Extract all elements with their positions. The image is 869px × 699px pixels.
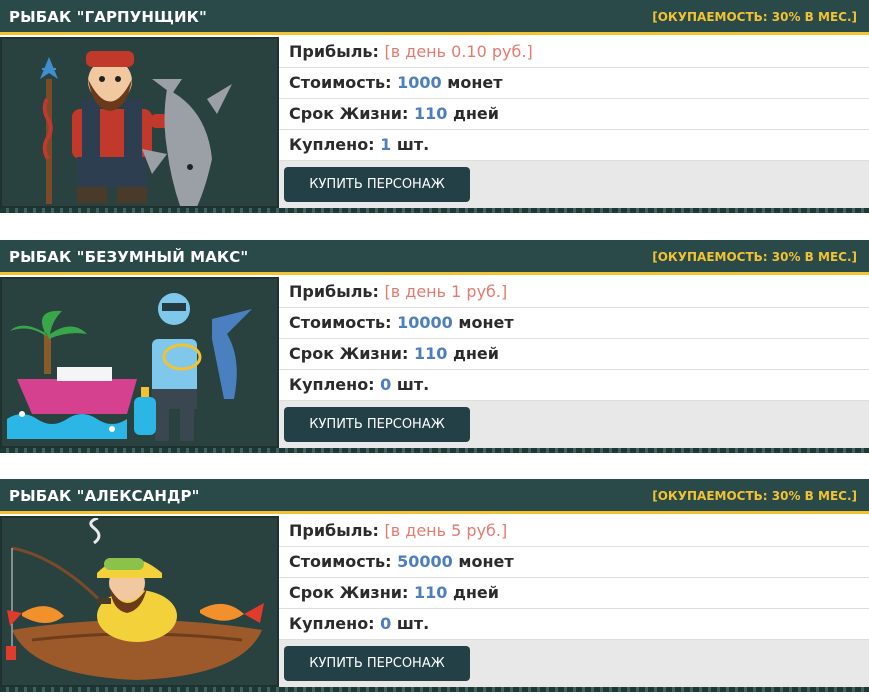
lifetime-value: 110	[413, 344, 448, 363]
profit-value: [в день 5 руб.]	[384, 521, 508, 540]
roi-badge: [ОКУПАЕМОСТЬ: 30% В МЕС.]	[652, 250, 857, 264]
profit-value: [в день 1 руб.]	[384, 282, 508, 301]
bought-value: 1	[380, 135, 392, 154]
card-title: РЫБАК "АЛЕКСАНДР"	[9, 487, 200, 505]
lifetime-label: Срок Жизни:	[289, 344, 409, 363]
card-divider	[0, 448, 869, 453]
button-area: КУПИТЬ ПЕРСОНАЖ	[279, 161, 869, 208]
profit-row: Прибыль: [в день 5 руб.]	[279, 516, 869, 547]
character-image-mad-max	[0, 277, 279, 448]
profit-value: [в день 0.10 руб.]	[384, 42, 533, 61]
lifetime-row: Срок Жизни: 110 дней	[279, 578, 869, 609]
lifetime-row: Срок Жизни: 110 дней	[279, 99, 869, 130]
cost-unit: монет	[458, 313, 514, 332]
bought-row: Куплено: 0 шт.	[279, 370, 869, 401]
buy-character-button[interactable]: КУПИТЬ ПЕРСОНАЖ	[284, 167, 470, 202]
card-divider	[0, 208, 869, 213]
lifetime-label: Срок Жизни:	[289, 104, 409, 123]
cost-label: Стоимость:	[289, 73, 392, 92]
lifetime-unit: дней	[452, 344, 499, 363]
lifetime-row: Срок Жизни: 110 дней	[279, 339, 869, 370]
buy-character-button[interactable]: КУПИТЬ ПЕРСОНАЖ	[284, 646, 470, 681]
lifetime-unit: дней	[452, 583, 499, 602]
lifetime-unit: дней	[452, 104, 499, 123]
stats-panel: Прибыль: [в день 1 руб.] Стоимость: 1000…	[279, 277, 869, 448]
bought-label: Куплено:	[289, 614, 375, 633]
profit-label: Прибыль:	[289, 521, 379, 540]
cost-label: Стоимость:	[289, 313, 392, 332]
character-image-alexander	[0, 516, 279, 687]
roi-badge: [ОКУПАЕМОСТЬ: 30% В МЕС.]	[652, 489, 857, 503]
profit-label: Прибыль:	[289, 282, 379, 301]
lifetime-value: 110	[413, 104, 448, 123]
buy-character-button[interactable]: КУПИТЬ ПЕРСОНАЖ	[284, 407, 470, 442]
character-card-harpooner: РЫБАК "ГАРПУНЩИК" [ОКУПАЕМОСТЬ: 30% В МЕ…	[0, 0, 869, 220]
profit-row: Прибыль: [в день 0.10 руб.]	[279, 37, 869, 68]
bought-value: 0	[380, 375, 392, 394]
cost-row: Стоимость: 10000 монет	[279, 308, 869, 339]
bought-row: Куплено: 0 шт.	[279, 609, 869, 640]
bought-label: Куплено:	[289, 135, 375, 154]
card-title: РЫБАК "ГАРПУНЩИК"	[9, 8, 207, 26]
character-card-mad-max: РЫБАК "БЕЗУМНЫЙ МАКС" [ОКУПАЕМОСТЬ: 30% …	[0, 240, 869, 460]
card-header: РЫБАК "ГАРПУНЩИК" [ОКУПАЕМОСТЬ: 30% В МЕ…	[0, 0, 869, 35]
cost-unit: монет	[447, 73, 503, 92]
bought-row: Куплено: 1 шт.	[279, 130, 869, 161]
stats-panel: Прибыль: [в день 5 руб.] Стоимость: 5000…	[279, 516, 869, 687]
bought-value: 0	[380, 614, 392, 633]
roi-badge: [ОКУПАЕМОСТЬ: 30% В МЕС.]	[652, 10, 857, 24]
cost-label: Стоимость:	[289, 552, 392, 571]
cost-value: 50000	[397, 552, 453, 571]
card-title: РЫБАК "БЕЗУМНЫЙ МАКС"	[9, 248, 249, 266]
cost-unit: монет	[458, 552, 514, 571]
cost-value: 1000	[397, 73, 442, 92]
bought-unit: шт.	[396, 375, 430, 394]
bought-unit: шт.	[396, 614, 430, 633]
character-card-alexander: РЫБАК "АЛЕКСАНДР" [ОКУПАЕМОСТЬ: 30% В МЕ…	[0, 479, 869, 699]
cost-row: Стоимость: 50000 монет	[279, 547, 869, 578]
cost-row: Стоимость: 1000 монет	[279, 68, 869, 99]
bought-unit: шт.	[396, 135, 430, 154]
button-area: КУПИТЬ ПЕРСОНАЖ	[279, 640, 869, 687]
character-image-harpooner	[0, 37, 279, 208]
profit-row: Прибыль: [в день 1 руб.]	[279, 277, 869, 308]
bought-label: Куплено:	[289, 375, 375, 394]
card-header: РЫБАК "АЛЕКСАНДР" [ОКУПАЕМОСТЬ: 30% В МЕ…	[0, 479, 869, 514]
card-header: РЫБАК "БЕЗУМНЫЙ МАКС" [ОКУПАЕМОСТЬ: 30% …	[0, 240, 869, 275]
button-area: КУПИТЬ ПЕРСОНАЖ	[279, 401, 869, 448]
lifetime-label: Срок Жизни:	[289, 583, 409, 602]
profit-label: Прибыль:	[289, 42, 379, 61]
stats-panel: Прибыль: [в день 0.10 руб.] Стоимость: 1…	[279, 37, 869, 208]
card-divider	[0, 687, 869, 692]
lifetime-value: 110	[413, 583, 448, 602]
cost-value: 10000	[397, 313, 453, 332]
